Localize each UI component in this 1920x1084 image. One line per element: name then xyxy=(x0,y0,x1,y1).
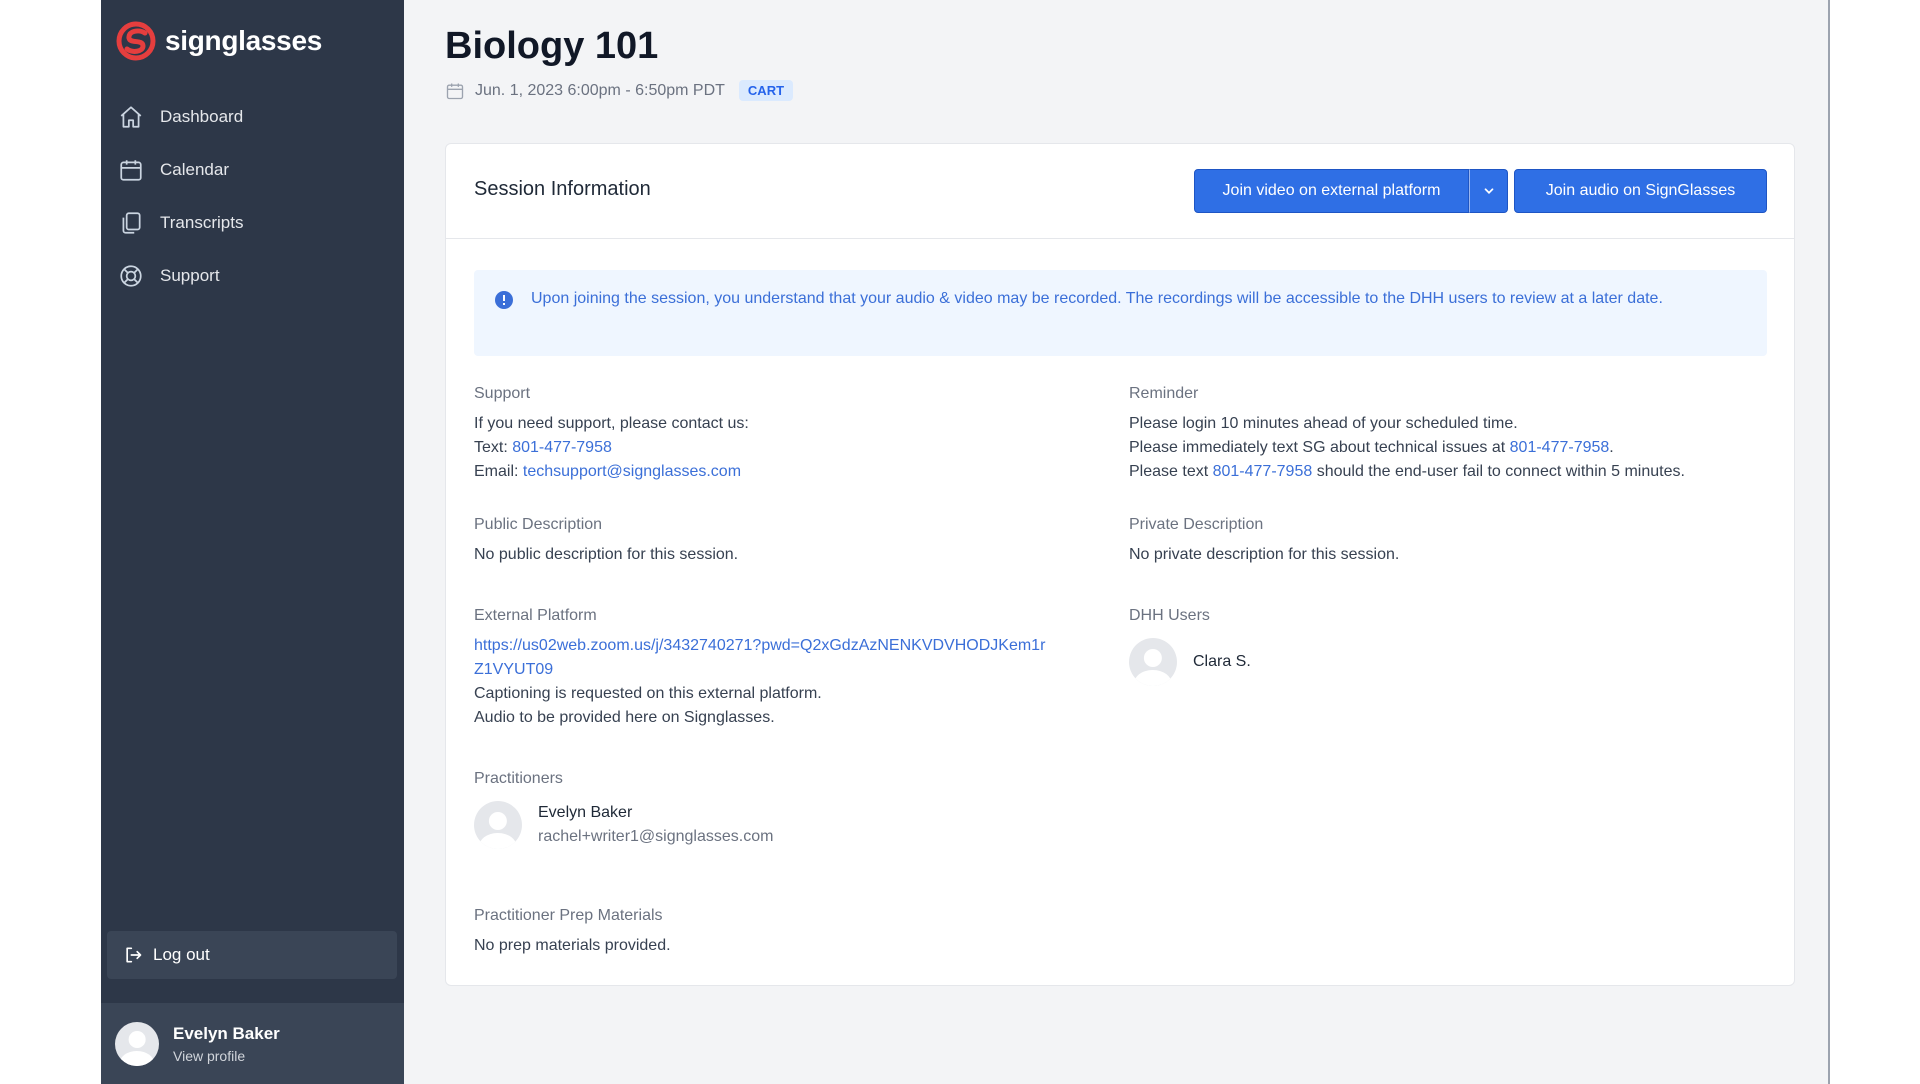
sidebar-item-support[interactable]: Support xyxy=(101,249,404,302)
join-video-button-group: Join video on external platform xyxy=(1194,169,1508,213)
sidebar-item-label: Transcripts xyxy=(160,212,244,232)
section-label: Reminder xyxy=(1129,385,1199,402)
documents-icon xyxy=(122,211,141,234)
support-intro: If you need support, please contact us: xyxy=(474,415,749,432)
notice-text: Upon joining the session, you understand… xyxy=(531,290,1663,307)
brand-logo[interactable]: signglasses xyxy=(115,20,322,62)
sidebar-item-transcripts[interactable]: Transcripts xyxy=(101,196,404,249)
external-url-line-1: https://us02web.zoom.us/j/3432740271?pwd… xyxy=(474,637,1046,654)
view-profile-link[interactable]: View profile xyxy=(173,1048,280,1064)
app-window: signglasses Dashboard Calendar Transcrip… xyxy=(101,0,1830,1084)
avatar xyxy=(1129,638,1177,686)
session-type-badge: CART xyxy=(738,80,794,101)
recording-notice: Upon joining the session, you understand… xyxy=(474,270,1767,356)
window-edge xyxy=(1828,0,1830,1084)
sidebar-item-calendar[interactable]: Calendar xyxy=(101,143,404,196)
brand-name: signglasses xyxy=(165,25,323,56)
dhh-user-name: Clara S. xyxy=(1193,653,1251,670)
external-url-line-2: Z1VYUT09 xyxy=(474,661,554,678)
external-platform-section: External Platform https://us02web.zoom.u… xyxy=(474,604,1114,730)
external-note-1: Captioning is requested on this external… xyxy=(474,685,822,702)
private-description-section: Private Description No private descripti… xyxy=(1129,513,1749,567)
reminder-line-2-text: Please immediately text SG about technic… xyxy=(1129,439,1510,456)
practitioner-item[interactable]: Evelyn Baker rachel+writer1@signglasses.… xyxy=(474,801,1094,849)
logout-button[interactable]: Log out xyxy=(107,931,397,979)
text-prefix: Text: xyxy=(474,439,513,456)
reminder-section: Reminder Please login 10 minutes ahead o… xyxy=(1129,382,1779,484)
external-note-2: Audio to be provided here on Signglasses… xyxy=(474,709,775,726)
dhh-users-section: DHH Users Clara S. xyxy=(1129,604,1749,686)
section-label: Private Description xyxy=(1129,516,1264,533)
support-email-line: Email: techsupport@signglasses.com xyxy=(474,460,1094,484)
join-video-dropdown-button[interactable] xyxy=(1469,169,1508,213)
session-information-card: Session Information Join video on extern… xyxy=(445,143,1795,986)
sidebar-item-dashboard[interactable]: Dashboard xyxy=(101,90,404,143)
sidebar-nav: Dashboard Calendar Transcripts Support xyxy=(101,90,404,302)
profile-name: Evelyn Baker xyxy=(173,1023,280,1043)
sidebar-item-label: Calendar xyxy=(160,159,229,179)
reminder-line-2-suffix: . xyxy=(1609,439,1614,456)
practitioner-email: rachel+writer1@signglasses.com xyxy=(538,828,774,845)
session-datetime: Jun. 1, 2023 6:00pm - 6:50pm PDT xyxy=(475,81,725,99)
section-label: Support xyxy=(474,385,531,402)
reminder-line-2: Please immediately text SG about technic… xyxy=(1129,436,1779,460)
section-label: Practitioner Prep Materials xyxy=(474,907,663,924)
avatar xyxy=(474,801,522,849)
join-audio-button[interactable]: Join audio on SignGlasses xyxy=(1514,169,1767,213)
info-icon xyxy=(495,291,513,309)
dhh-user-item[interactable]: Clara S. xyxy=(1129,638,1749,686)
reminder-line-3-text: Please text xyxy=(1129,463,1213,480)
logout-label: Log out xyxy=(153,945,210,964)
support-section: Support If you need support, please cont… xyxy=(474,382,1094,484)
join-video-button[interactable]: Join video on external platform xyxy=(1194,169,1469,213)
home-icon xyxy=(120,105,142,128)
email-prefix: Email: xyxy=(474,463,523,480)
section-label: Public Description xyxy=(474,516,603,533)
chevron-down-icon xyxy=(1484,188,1493,194)
calendar-icon xyxy=(446,83,464,99)
section-label: DHH Users xyxy=(1129,607,1210,624)
prep-materials-value: No prep materials provided. xyxy=(474,937,671,954)
logout-icon xyxy=(126,947,142,963)
sidebar-item-label: Support xyxy=(160,265,220,285)
support-phone-link[interactable]: 801-477-7958 xyxy=(512,439,612,456)
reminder-phone-link[interactable]: 801-477-7958 xyxy=(1213,463,1313,480)
section-label: Practitioners xyxy=(474,770,563,787)
support-text-line: Text: 801-477-7958 xyxy=(474,436,1094,460)
avatar xyxy=(115,1021,159,1066)
section-label: External Platform xyxy=(474,607,597,624)
main-content: Biology 101 Jun. 1, 2023 6:00pm - 6:50pm… xyxy=(404,0,1830,1084)
public-description-section: Public Description No public description… xyxy=(474,513,1094,567)
sidebar: signglasses Dashboard Calendar Transcrip… xyxy=(101,0,404,1084)
card-title: Session Information xyxy=(474,178,651,200)
calendar-icon xyxy=(120,159,142,181)
lifebuoy-icon xyxy=(120,264,142,287)
external-platform-link[interactable]: https://us02web.zoom.us/j/3432740271?pwd… xyxy=(474,634,1114,682)
reminder-line-3-suffix: should the end-user fail to connect with… xyxy=(1312,463,1685,480)
reminder-line-1: Please login 10 minutes ahead of your sc… xyxy=(1129,415,1518,432)
session-meta: Jun. 1, 2023 6:00pm - 6:50pm PDT CART xyxy=(445,80,794,101)
reminder-line-3: Please text 801-477-7958 should the end-… xyxy=(1129,460,1779,484)
private-description-value: No private description for this session. xyxy=(1129,546,1400,563)
practitioners-section: Practitioners Evelyn Baker rachel+writer… xyxy=(474,767,1094,849)
page-title: Biology 101 xyxy=(445,25,659,67)
public-description-value: No public description for this session. xyxy=(474,546,739,563)
practitioner-name: Evelyn Baker xyxy=(538,804,633,821)
reminder-phone-link[interactable]: 801-477-7958 xyxy=(1510,439,1610,456)
support-email-link[interactable]: techsupport@signglasses.com xyxy=(523,463,741,480)
signglasses-logo-icon xyxy=(116,21,156,61)
prep-materials-section: Practitioner Prep Materials No prep mate… xyxy=(474,904,1094,958)
sidebar-item-label: Dashboard xyxy=(160,106,244,126)
profile-card[interactable]: Evelyn Baker View profile xyxy=(101,1003,404,1084)
card-header: Session Information Join video on extern… xyxy=(446,144,1794,239)
